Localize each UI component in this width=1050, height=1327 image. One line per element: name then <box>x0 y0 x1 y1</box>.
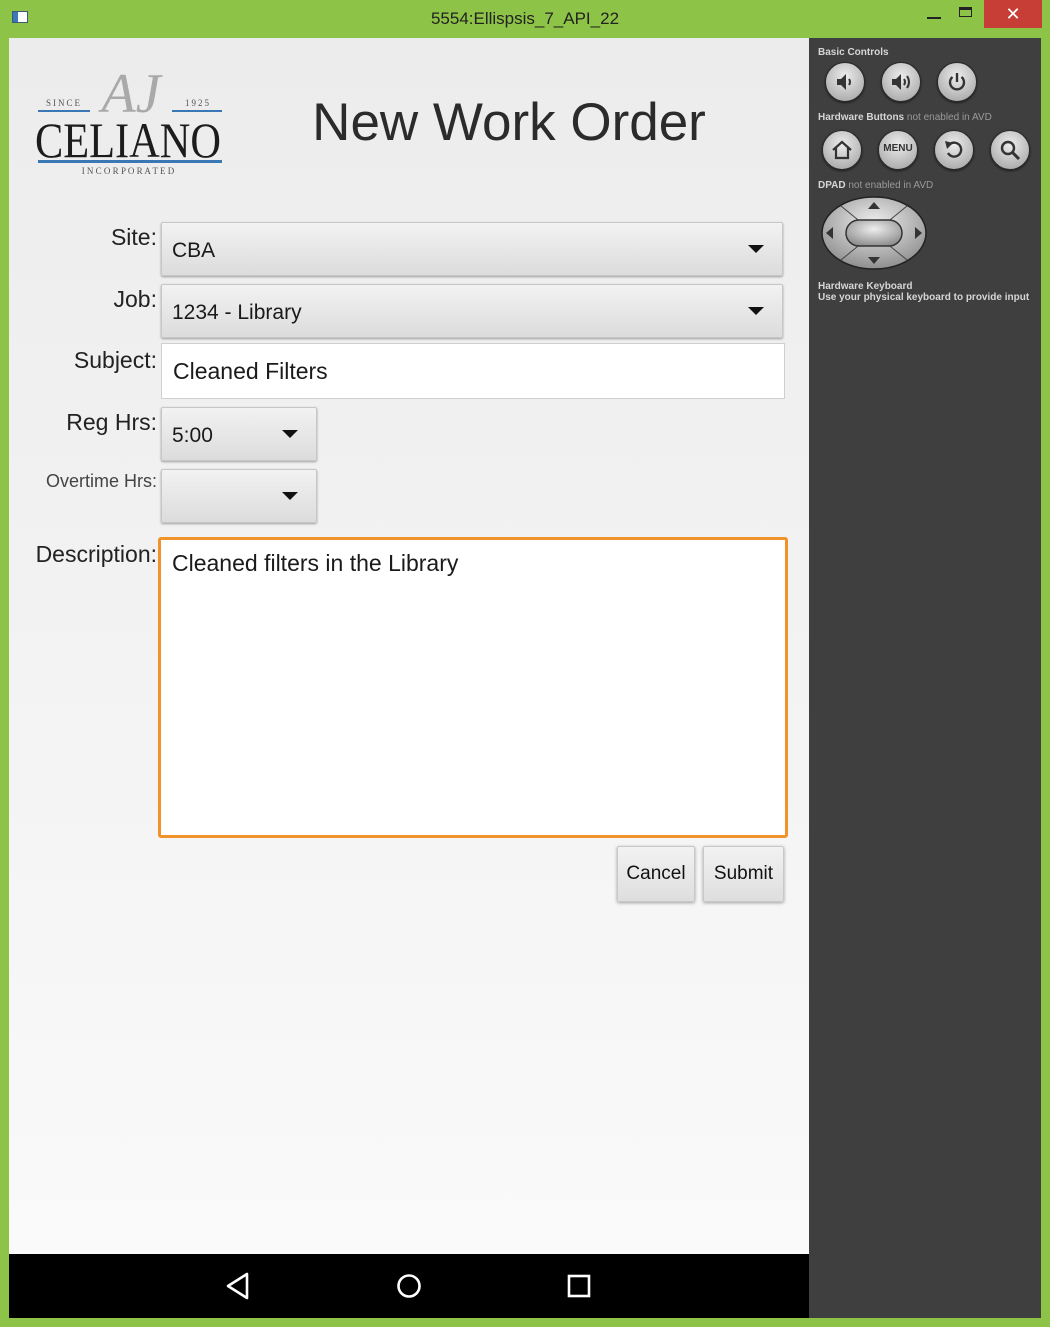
hardware-search-button[interactable] <box>990 130 1030 170</box>
chevron-down-icon <box>282 492 298 500</box>
svg-text:I N C O R P O R A T E D: I N C O R P O R A T E D <box>82 166 175 176</box>
subject-field[interactable]: Cleaned Filters <box>161 343 785 399</box>
volume-down-button[interactable] <box>825 62 865 102</box>
svg-text:1925: 1925 <box>185 98 211 108</box>
close-button[interactable]: ✕ <box>984 0 1042 28</box>
job-label: Job: <box>113 286 157 312</box>
job-dropdown[interactable]: 1234 - Library <box>161 284 783 338</box>
power-button[interactable] <box>937 62 977 102</box>
dpad-control[interactable] <box>821 196 927 270</box>
overtime-hrs-dropdown[interactable] <box>161 469 317 523</box>
chevron-down-icon <box>282 430 298 438</box>
job-value: 1234 - Library <box>172 301 302 324</box>
hardware-home-button[interactable] <box>822 130 862 170</box>
search-icon <box>1000 140 1021 161</box>
power-icon <box>948 73 966 91</box>
description-textarea[interactable]: Cleaned filters in the Library <box>158 537 788 838</box>
reg-hrs-label: Reg Hrs: <box>66 409 157 435</box>
dpad-heading: DPAD not enabled in AVD <box>818 180 934 191</box>
hardware-menu-button[interactable]: MENU <box>878 130 918 170</box>
device-screen: AJ SINCE 1925 CELIANO I N C O R P O R A … <box>9 38 809 1254</box>
emulator-controls-panel: Basic Controls Hardware Buttons not enab… <box>809 38 1041 1318</box>
recents-icon[interactable] <box>563 1270 595 1302</box>
description-value: Cleaned filters in the Library <box>172 550 459 576</box>
subject-label: Subject: <box>73 347 157 373</box>
cancel-button[interactable]: Cancel <box>617 846 695 902</box>
back-arrow-icon <box>945 141 963 158</box>
navigation-bar <box>9 1254 809 1318</box>
page-title: New Work Order <box>312 93 706 152</box>
maximize-button[interactable] <box>950 0 984 28</box>
volume-up-button[interactable] <box>881 62 921 102</box>
volume-up-icon <box>892 74 910 90</box>
site-dropdown[interactable]: CBA <box>161 222 783 276</box>
home-icon[interactable] <box>393 1270 425 1302</box>
reg-hrs-dropdown[interactable]: 5:00 <box>161 407 317 461</box>
subject-value: Cleaned Filters <box>173 358 328 384</box>
description-label: Description: <box>35 541 157 567</box>
back-icon[interactable] <box>223 1270 255 1302</box>
basic-controls-heading: Basic Controls <box>818 47 889 58</box>
menu-button-label: MENU <box>883 143 913 154</box>
window-bottom-border <box>0 1318 1050 1327</box>
site-value: CBA <box>172 239 216 262</box>
hardware-back-button[interactable] <box>934 130 974 170</box>
overtime-hrs-label: Overtime Hrs: <box>45 471 157 491</box>
home-icon <box>832 140 852 160</box>
svg-text:SINCE: SINCE <box>46 98 82 108</box>
hardware-buttons-heading: Hardware Buttons not enabled in AVD <box>818 112 992 123</box>
minimize-button[interactable] <box>916 0 952 28</box>
volume-down-icon <box>837 74 851 90</box>
window-title: 5554:Ellispsis_7_API_22 <box>430 9 620 28</box>
company-logo: AJ SINCE 1925 CELIANO I N C O R P O R A … <box>35 63 222 176</box>
reg-hrs-value: 5:00 <box>172 424 213 447</box>
hardware-keyboard-heading: Hardware Keyboard <box>818 281 913 292</box>
chevron-down-icon <box>748 307 764 315</box>
site-label: Site: <box>110 224 157 250</box>
window-titlebar: 5554:Ellispsis_7_API_22 ✕ <box>0 0 1050 38</box>
hardware-keyboard-note: Use your physical keyboard to provide in… <box>818 292 1030 303</box>
chevron-down-icon <box>748 245 764 253</box>
svg-text:CELIANO: CELIANO <box>35 112 221 168</box>
submit-button[interactable]: Submit <box>703 846 784 902</box>
